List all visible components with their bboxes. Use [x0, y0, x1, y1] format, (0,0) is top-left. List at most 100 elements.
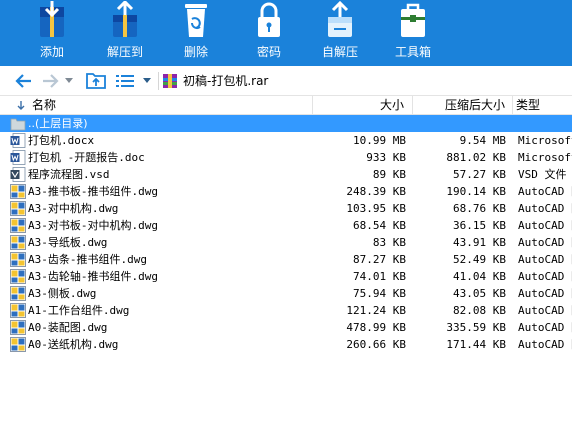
column-type[interactable]: 类型 [516, 96, 540, 115]
file-type: AutoCAD 图 [518, 219, 572, 232]
file-size: 74.01 KB [353, 270, 406, 283]
address-separator [158, 72, 159, 90]
column-name[interactable]: 名称 [32, 96, 56, 115]
file-row[interactable]: A3-对中机构.dwg 103.95 KB 68.76 KB AutoCAD 图 [0, 200, 572, 217]
add-button[interactable]: 添加 [22, 0, 82, 66]
delete-button[interactable]: 删除 [166, 0, 226, 66]
password-label: 密码 [256, 45, 281, 59]
file-packed-size: 52.49 KB [453, 253, 506, 266]
list-view-icon [116, 75, 134, 87]
column-separator[interactable] [312, 96, 313, 115]
archive-path[interactable]: 初稿-打包机.rar [183, 74, 268, 88]
file-list: ..(上层目录) 打包机.docx 10.99 MB 9.54 MB Microsof… [0, 115, 572, 427]
file-packed-size: 190.14 KB [446, 185, 506, 198]
file-size: 89 KB [372, 168, 406, 181]
dwg-icon [10, 303, 26, 318]
view-mode-dropdown-button[interactable] [140, 71, 154, 91]
file-size: 260.66 KB [346, 338, 406, 351]
file-type: VSD 文件 [518, 168, 567, 181]
file-packed-size: 36.15 KB [453, 219, 506, 232]
file-name: A3-导纸板.dwg [28, 236, 108, 249]
file-type: AutoCAD 图 [518, 287, 572, 300]
dwg-icon [10, 184, 26, 199]
file-name: A3-侧板.dwg [28, 287, 97, 300]
file-size: 10.99 MB [353, 134, 406, 147]
history-dropdown-button[interactable] [62, 71, 76, 91]
file-row[interactable]: 打包机 -开题报告.doc 933 KB 881.02 KB Microsoft [0, 149, 572, 166]
file-size: 68.54 KB [353, 219, 406, 232]
file-size: 248.39 KB [346, 185, 406, 198]
address-bar: 初稿-打包机.rar [0, 66, 572, 96]
visio-icon [10, 167, 26, 182]
file-name: A0-装配图.dwg [28, 321, 108, 334]
up-folder-button[interactable] [84, 71, 108, 91]
file-row[interactable]: A0-装配图.dwg 478.99 KB 335.59 KB AutoCAD 图 [0, 319, 572, 336]
self-extract-label: 自解压 [321, 45, 358, 59]
view-mode-button[interactable] [114, 71, 136, 91]
file-packed-size: 43.05 KB [453, 287, 506, 300]
file-row[interactable]: 打包机.docx 10.99 MB 9.54 MB Microsoft [0, 132, 572, 149]
file-packed-size: 335.59 KB [446, 321, 506, 334]
file-row[interactable]: A3-对书板-对中机构.dwg 68.54 KB 36.15 KB AutoCAD 图 [0, 217, 572, 234]
file-type: AutoCAD 图 [518, 202, 572, 215]
password-button[interactable]: 密码 [239, 0, 299, 66]
file-name: A3-对中机构.dwg [28, 202, 119, 215]
rar-archive-icon [163, 74, 177, 88]
file-row[interactable]: A3-齿条-推书组件.dwg 87.27 KB 52.49 KB AutoCAD 图 [0, 251, 572, 268]
folder-up-icon [10, 118, 26, 131]
file-size: 478.99 KB [346, 321, 406, 334]
file-size: 83 KB [372, 236, 406, 249]
recycle-bin-icon [185, 4, 207, 37]
file-packed-size: 881.02 KB [446, 151, 506, 164]
dwg-icon [10, 252, 26, 267]
add-archive-icon [40, 1, 64, 37]
file-row[interactable]: A3-齿轮轴-推书组件.dwg 74.01 KB 41.04 KB AutoCAD 图 [0, 268, 572, 285]
self-extract-icon [328, 1, 352, 37]
file-name: A3-推书板-推书组件.dwg [28, 185, 158, 198]
add-label: 添加 [39, 45, 64, 59]
file-packed-size: 171.44 KB [446, 338, 506, 351]
file-name: 程序流程图.vsd [28, 168, 110, 181]
file-name: A1-工作台组件.dwg [28, 304, 130, 317]
file-row[interactable]: A1-工作台组件.dwg 121.24 KB 82.08 KB AutoCAD 图 [0, 302, 572, 319]
dwg-icon [10, 337, 26, 352]
forward-arrow-icon [43, 74, 59, 88]
forward-button[interactable] [38, 71, 62, 91]
sort-descending-icon [17, 101, 25, 110]
column-packed-size[interactable]: 压缩后大小 [445, 96, 505, 115]
dwg-icon [10, 218, 26, 233]
dwg-icon [10, 286, 26, 301]
padlock-icon [258, 2, 280, 37]
toolbox-icon [401, 3, 425, 37]
file-name: A3-齿轮轴-推书组件.dwg [28, 270, 158, 283]
file-row[interactable]: A3-导纸板.dwg 83 KB 43.91 KB AutoCAD 图 [0, 234, 572, 251]
file-row[interactable]: A0-送纸机构.dwg 260.66 KB 171.44 KB AutoCAD 图 [0, 336, 572, 353]
file-packed-size: 43.91 KB [453, 236, 506, 249]
main-toolbar: 添加 解压到 删除 密码 自解压 工具箱 [0, 0, 572, 66]
back-button[interactable] [12, 71, 36, 91]
file-name: A3-对书板-对中机构.dwg [28, 219, 158, 232]
toolbox-button[interactable]: 工具箱 [383, 0, 443, 66]
file-row[interactable]: A3-侧板.dwg 75.94 KB 43.05 KB AutoCAD 图 [0, 285, 572, 302]
dwg-icon [10, 320, 26, 335]
parent-directory-row[interactable]: ..(上层目录) [0, 115, 572, 132]
word-icon [10, 150, 26, 165]
file-packed-size: 9.54 MB [459, 134, 506, 147]
file-size: 121.24 KB [346, 304, 406, 317]
column-separator[interactable] [512, 96, 513, 115]
file-name: A0-送纸机构.dwg [28, 338, 119, 351]
file-row[interactable]: 程序流程图.vsd 89 KB 57.27 KB VSD 文件 [0, 166, 572, 183]
column-separator[interactable] [412, 96, 413, 115]
file-size: 933 KB [366, 151, 406, 164]
toolbox-label: 工具箱 [394, 45, 431, 59]
file-row[interactable]: A3-推书板-推书组件.dwg 248.39 KB 190.14 KB AutoCAD… [0, 183, 572, 200]
file-type: AutoCAD 图 [518, 338, 572, 351]
self-extract-button[interactable]: 自解压 [310, 0, 370, 66]
file-name: 打包机 -开题报告.doc [28, 151, 145, 164]
column-size[interactable]: 大小 [380, 96, 404, 115]
file-packed-size: 82.08 KB [453, 304, 506, 317]
file-packed-size: 68.76 KB [453, 202, 506, 215]
parent-directory-label: ..(上层目录) [28, 117, 88, 130]
file-type: AutoCAD 图 [518, 270, 572, 283]
extract-to-button[interactable]: 解压到 [95, 0, 155, 66]
